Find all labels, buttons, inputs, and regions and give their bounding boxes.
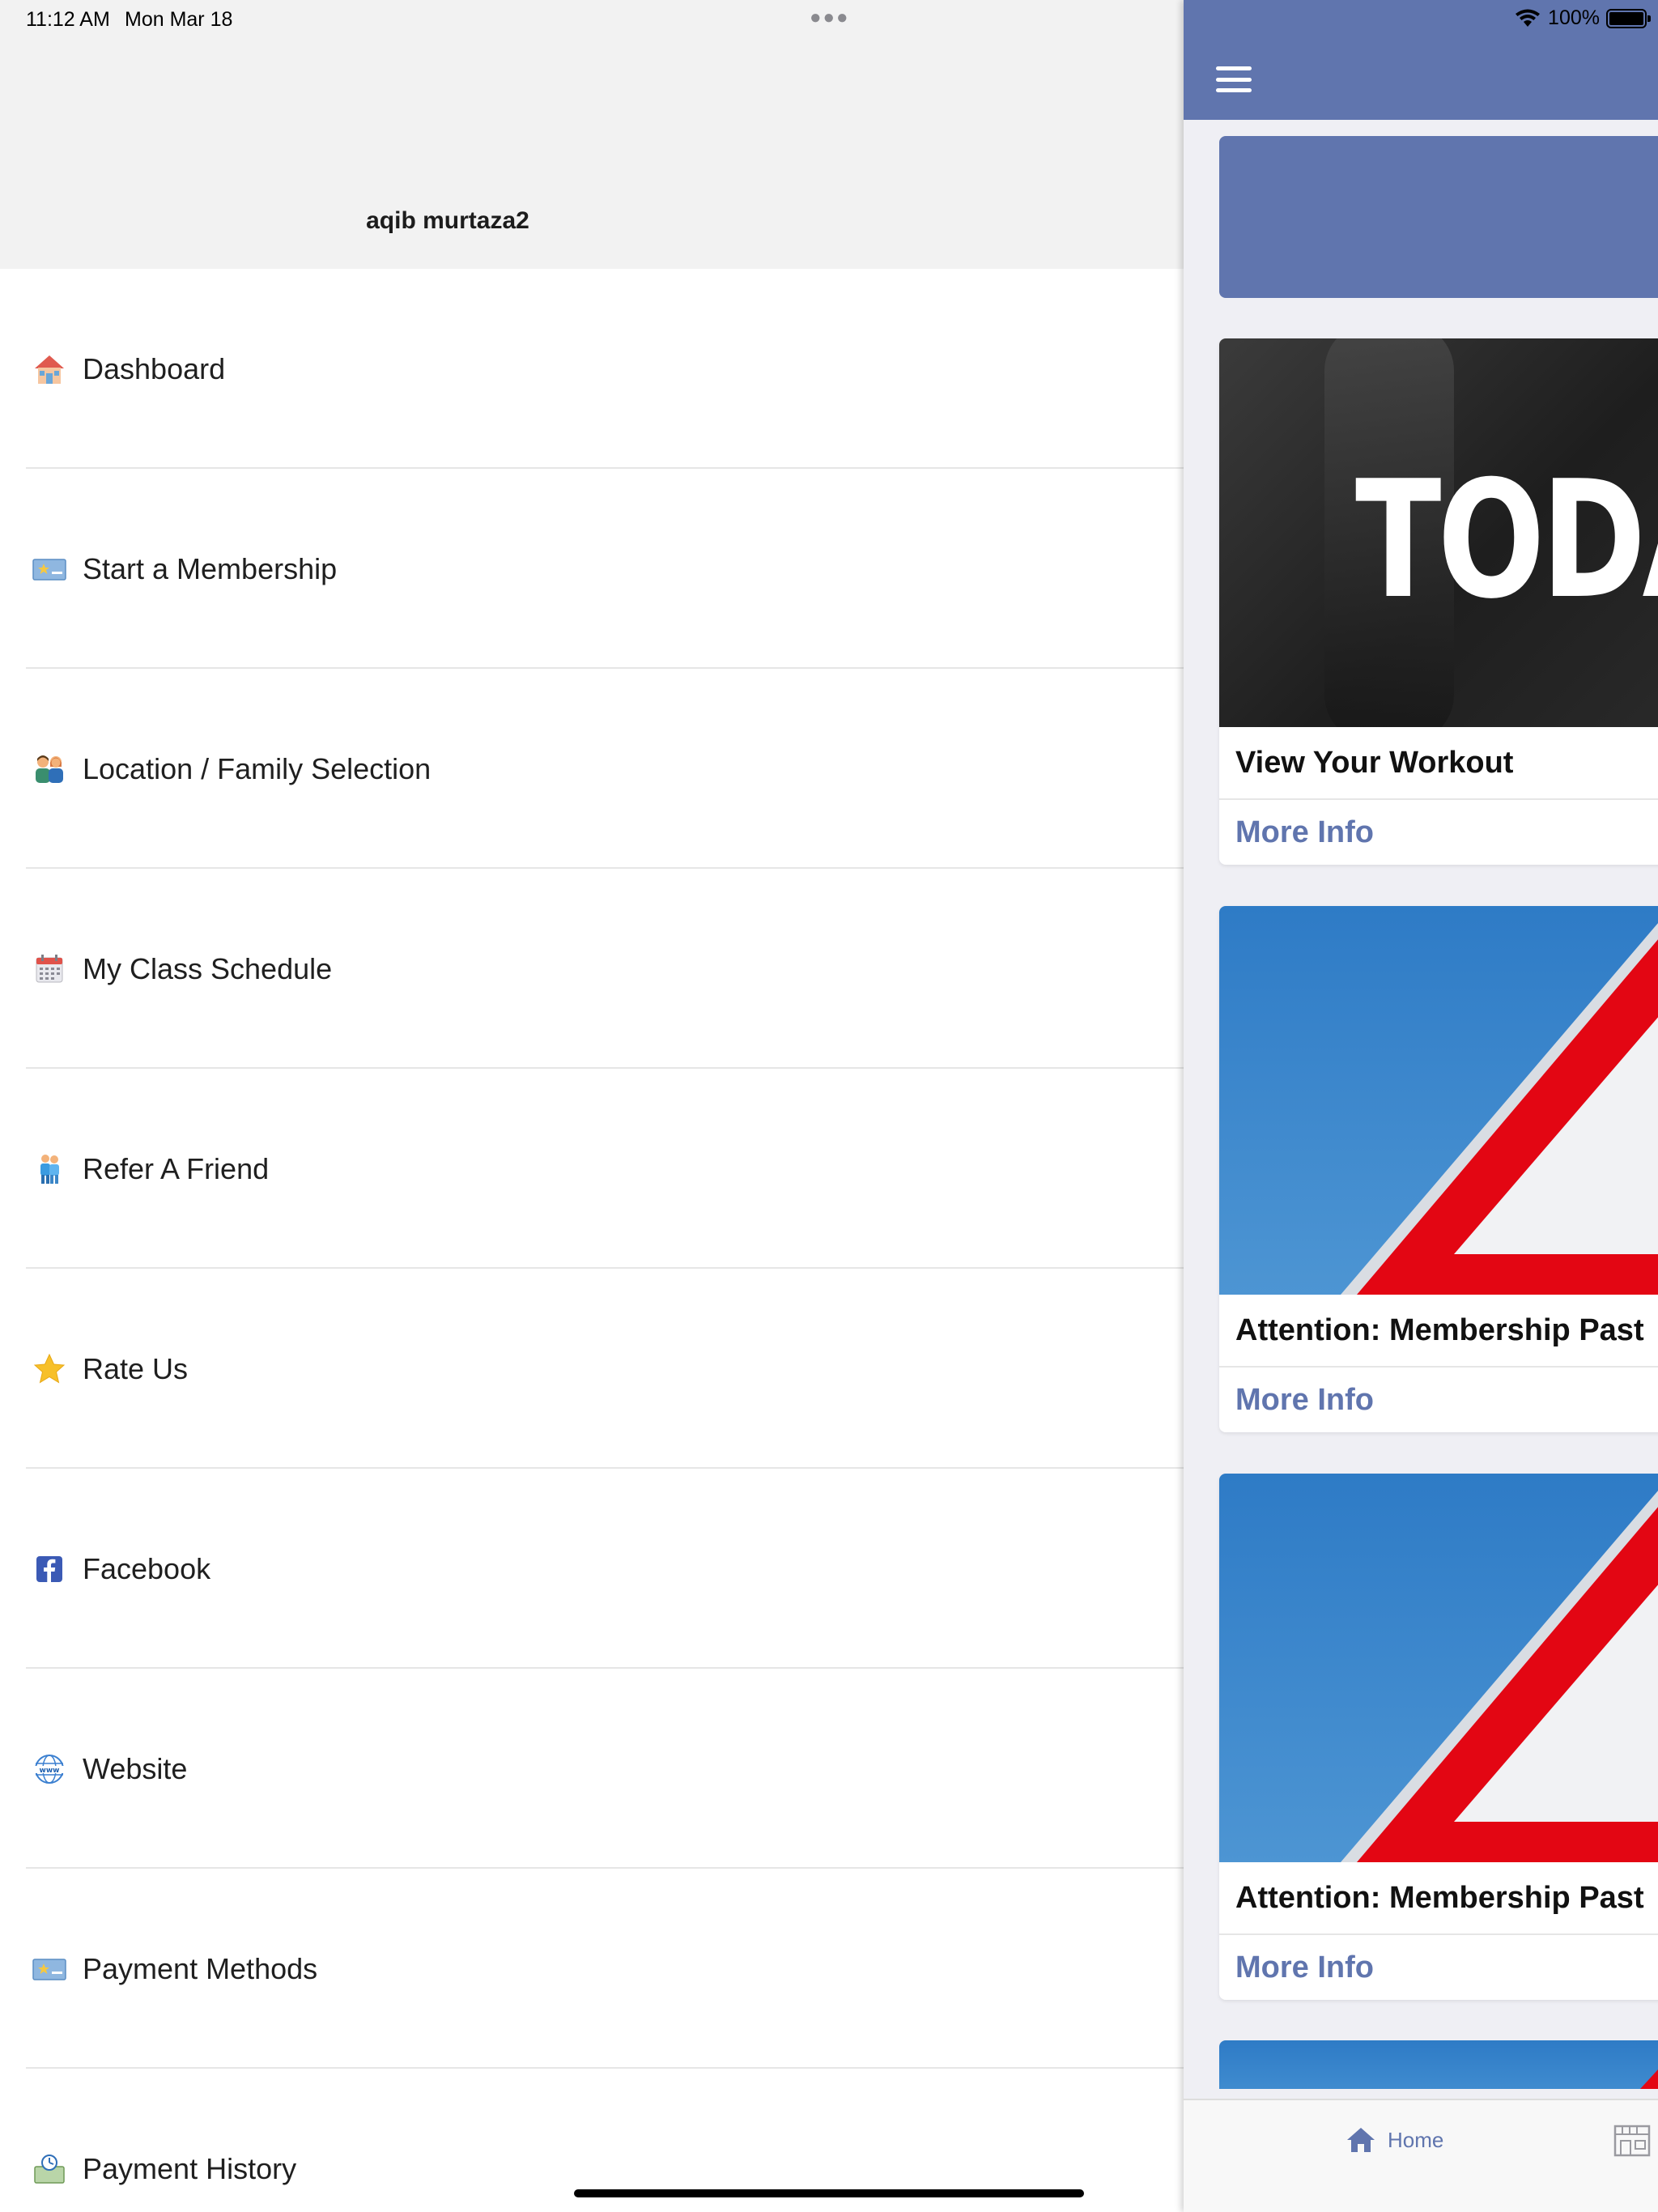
house-icon — [32, 352, 66, 386]
app-screen: aqib murtaza2 Dashboard Start a Membersh… — [0, 0, 1658, 2212]
side-drawer: aqib murtaza2 Dashboard Start a Membersh… — [0, 0, 1184, 2212]
menu-item-website[interactable]: www Website — [0, 1669, 1184, 1869]
warning-triangle-icon — [1640, 2069, 1658, 2089]
menu-item-facebook[interactable]: Facebook — [0, 1469, 1184, 1669]
wifi-icon — [1516, 9, 1541, 27]
workout-image-text: TODA — [1355, 446, 1658, 635]
calendar-icon — [32, 952, 66, 986]
card-title: View Your Workout — [1219, 727, 1658, 800]
tab-home[interactable]: Home — [1346, 2126, 1443, 2154]
warning-triangle-icon — [1341, 923, 1658, 1295]
warning-sign-image — [1219, 906, 1658, 1295]
card-partial[interactable] — [1219, 2040, 1658, 2089]
menu-label-dashboard: Dashboard — [83, 351, 226, 385]
facebook-icon — [32, 1552, 66, 1586]
status-date: Mon Mar 18 — [125, 8, 233, 31]
menu-item-location-family[interactable]: Location / Family Selection — [0, 669, 1184, 869]
menu-item-dashboard[interactable]: Dashboard — [0, 269, 1184, 469]
menu-label-facebook: Facebook — [83, 1551, 211, 1585]
hamburger-menu-icon[interactable] — [1216, 66, 1252, 92]
profile-name: aqib murtaza2 — [366, 207, 529, 234]
star-icon — [32, 1352, 66, 1386]
warning-triangle-icon — [1341, 1491, 1658, 1862]
friends-icon — [32, 1152, 66, 1186]
svg-text:www: www — [40, 1767, 60, 1775]
menu-label-location-family: Location / Family Selection — [83, 751, 432, 785]
drawer-menu: Dashboard Start a Membership Location / … — [0, 269, 1184, 2212]
home-indicator[interactable] — [574, 2189, 1084, 2197]
menu-label-payment-methods: Payment Methods — [83, 1951, 318, 1985]
menu-label-rate-us: Rate Us — [83, 1351, 189, 1385]
workout-image: TODA — [1219, 338, 1658, 727]
menu-label-class-schedule: My Class Schedule — [83, 951, 333, 985]
battery-icon — [1606, 8, 1651, 28]
status-time: 11:12 AM — [26, 8, 110, 31]
family-icon — [32, 752, 66, 786]
multitasking-dots-icon[interactable]: ●●● — [810, 6, 850, 29]
card-attention[interactable]: Attention: Membership Past More Info — [1219, 906, 1658, 1432]
menu-item-start-membership[interactable]: Start a Membership — [0, 469, 1184, 669]
menu-label-start-membership: Start a Membership — [83, 551, 338, 585]
more-info-link[interactable]: More Info — [1219, 800, 1658, 865]
status-indicators: 100% — [1514, 6, 1651, 30]
payment-card-icon — [32, 1952, 66, 1986]
menu-item-rate-us[interactable]: Rate Us — [0, 1269, 1184, 1469]
card-workout[interactable]: TODA View Your Workout More Info — [1219, 338, 1658, 865]
bottom-tab-bar: Home — [1184, 2099, 1658, 2212]
menu-item-payment-methods[interactable]: Payment Methods — [0, 1869, 1184, 2069]
membership-card-icon — [32, 552, 66, 586]
menu-item-refer-friend[interactable]: Refer A Friend — [0, 1069, 1184, 1269]
menu-label-payment-history: Payment History — [83, 2151, 297, 2185]
card-title: Attention: Membership Past — [1219, 1295, 1658, 1368]
battery-percent: 100% — [1548, 6, 1600, 29]
more-info-link[interactable]: More Info — [1219, 1368, 1658, 1432]
warning-sign-image — [1219, 1474, 1658, 1862]
card-title: Attention: Membership Past — [1219, 1862, 1658, 1935]
card-attention[interactable]: Attention: Membership Past More Info — [1219, 1474, 1658, 2000]
menu-label-website: Website — [83, 1751, 188, 1785]
top-banner — [1219, 136, 1658, 298]
payment-history-icon — [32, 2152, 66, 2186]
tab-home-label: Home — [1388, 2127, 1444, 2152]
home-icon — [1347, 2128, 1375, 2152]
more-info-link[interactable]: More Info — [1219, 1935, 1658, 2000]
menu-label-refer-friend: Refer A Friend — [83, 1151, 270, 1185]
main-content: TODA View Your Workout More Info Attenti… — [1184, 0, 1658, 2212]
store-icon[interactable] — [1613, 2123, 1652, 2163]
globe-icon: www — [32, 1752, 66, 1786]
drawer-header: aqib murtaza2 — [0, 0, 1184, 269]
menu-item-class-schedule[interactable]: My Class Schedule — [0, 869, 1184, 1069]
